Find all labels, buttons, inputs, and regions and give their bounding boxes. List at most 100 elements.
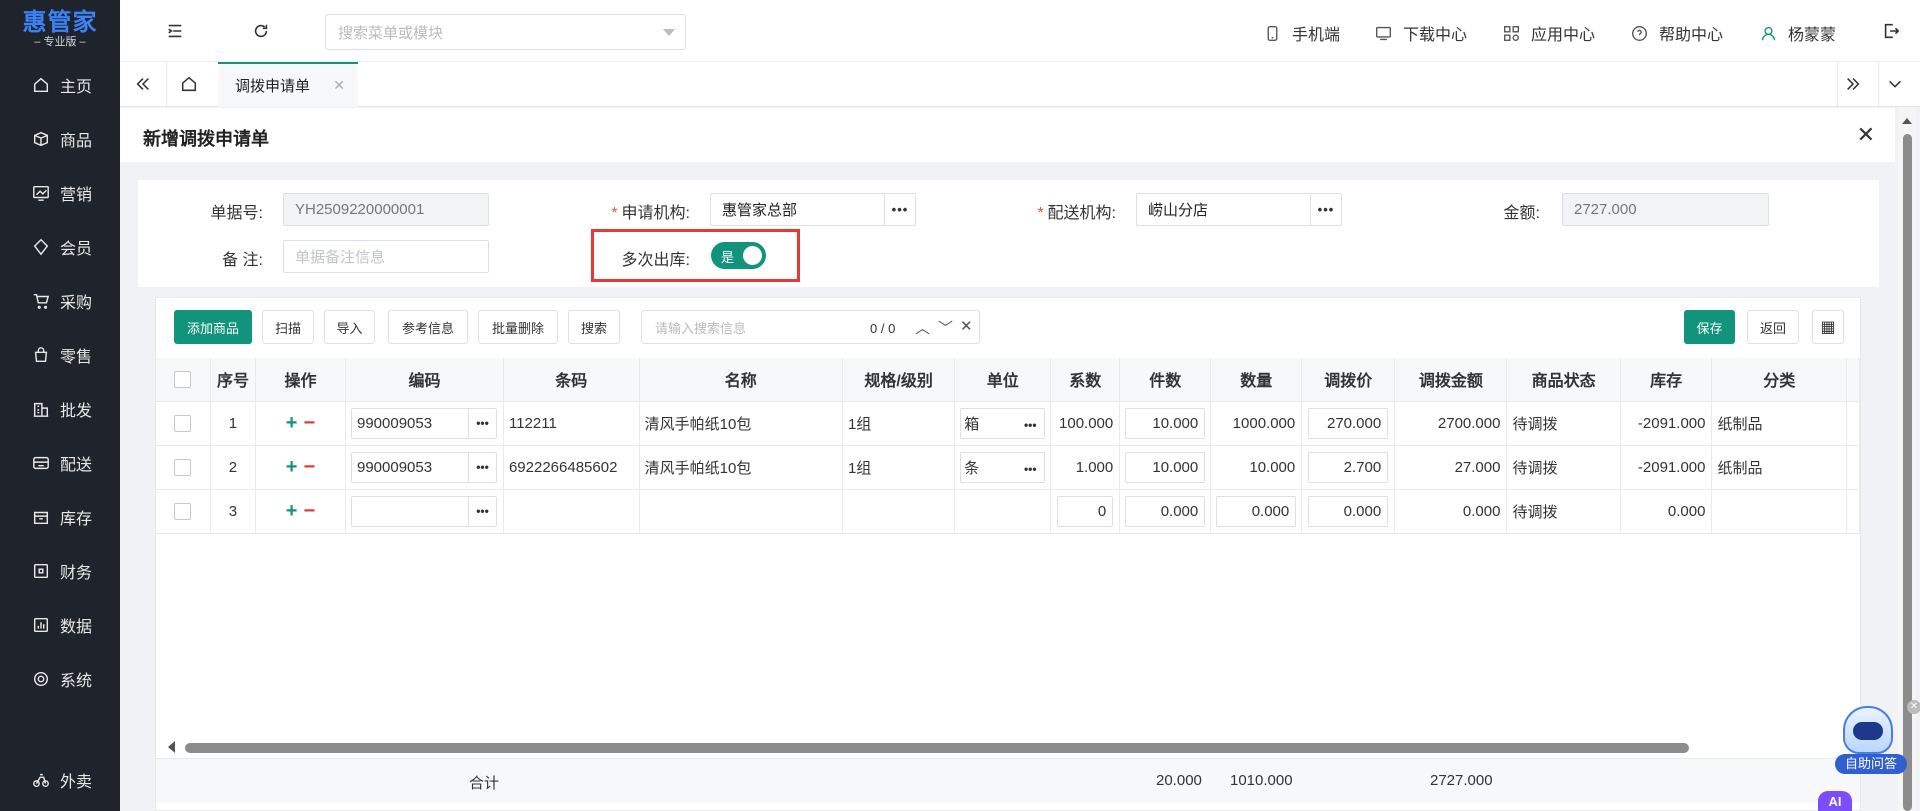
column-settings-button[interactable]: ▦: [1812, 310, 1844, 344]
more-icon[interactable]: •••: [884, 194, 915, 225]
close-icon[interactable]: ✕: [333, 77, 345, 94]
logout-icon[interactable]: [1882, 22, 1900, 40]
chevron-up-icon[interactable]: ︿: [915, 317, 930, 338]
sidebar-item-retail[interactable]: 零售: [0, 328, 120, 382]
code-input[interactable]: 990009053 •••: [351, 451, 497, 483]
scroll-up-arrow-icon[interactable]: [1902, 118, 1912, 124]
back-button[interactable]: 返回: [1747, 310, 1799, 344]
table-search-input[interactable]: 请输入搜索信息 0 / 0 ︿ ﹀ ✕: [641, 310, 980, 344]
row-checkbox[interactable]: [174, 458, 192, 476]
add-goods-button[interactable]: 添加商品: [174, 310, 252, 344]
mobile-link[interactable]: 手机端: [1264, 21, 1340, 45]
pieces-input[interactable]: 0.000: [1125, 495, 1206, 527]
sidebar-item-distribution[interactable]: 配送: [0, 436, 120, 490]
clear-icon[interactable]: ✕: [960, 317, 973, 335]
unit-select[interactable]: 箱 •••: [960, 407, 1046, 439]
sidebar-item-home[interactable]: 主页: [0, 58, 120, 112]
more-icon[interactable]: •••: [468, 408, 496, 438]
sidebar-item-marketing[interactable]: 营销: [0, 166, 120, 220]
more-icon[interactable]: •••: [1016, 409, 1044, 438]
remove-row-icon[interactable]: −: [303, 500, 315, 522]
sidebar-item-wholesale[interactable]: 批发: [0, 382, 120, 436]
import-button[interactable]: 导入: [324, 310, 375, 344]
user-menu[interactable]: 杨蒙蒙: [1760, 21, 1836, 45]
add-row-icon[interactable]: +: [286, 500, 298, 522]
price-input[interactable]: 270.000: [1308, 407, 1389, 439]
close-icon[interactable]: ✕: [1907, 700, 1920, 714]
select-all-checkbox[interactable]: [174, 370, 192, 388]
pieces-input[interactable]: 10.000: [1125, 451, 1206, 483]
reference-button[interactable]: 参考信息: [388, 310, 468, 344]
menu-search-select[interactable]: 搜索菜单或模块: [325, 14, 686, 50]
summary-pieces: 20.000: [1156, 772, 1202, 789]
more-icon[interactable]: •••: [1016, 453, 1044, 482]
home-tab-icon[interactable]: [180, 75, 198, 93]
tabs-bar: 调拨申请单 ✕: [120, 62, 1920, 107]
ai-button[interactable]: AI: [1818, 791, 1852, 811]
sidebar-item-label: 零售: [60, 349, 93, 366]
factor-cell: 1.000: [1050, 445, 1121, 490]
name-cell: 清风手帕纸10包: [639, 445, 843, 490]
price-input[interactable]: 2.700: [1308, 451, 1389, 483]
help-assistant[interactable]: 自助问答 ✕: [1831, 700, 1920, 776]
help-center-link[interactable]: 帮助中心: [1631, 21, 1723, 45]
save-button[interactable]: 保存: [1684, 310, 1735, 344]
sidebar-item-purchase[interactable]: 采购: [0, 274, 120, 328]
brand-logo[interactable]: 惠管家 – 专业版 –: [0, 0, 120, 58]
row-checkbox[interactable]: [174, 414, 192, 432]
chevron-down-icon[interactable]: ﹀: [938, 317, 953, 338]
sidebar-item-data[interactable]: 数据: [0, 598, 120, 652]
sidebar-item-goods[interactable]: 商品: [0, 112, 120, 166]
amount-cell: 2700.000: [1394, 401, 1508, 446]
scroll-left-arrow-icon[interactable]: [168, 741, 175, 753]
goods-table: 序号 操作 编码 条码 名称 规格/级别 单位 系数 件数 数量 调拨价 调拨金…: [156, 358, 1861, 534]
close-icon[interactable]: ✕: [1857, 122, 1875, 148]
app-center-link[interactable]: 应用中心: [1503, 21, 1595, 45]
sidebar-item-takeout[interactable]: 外卖: [0, 753, 120, 807]
remark-field[interactable]: 单据备注信息: [283, 240, 489, 273]
code-input[interactable]: •••: [351, 495, 497, 527]
horizontal-scrollbar[interactable]: [168, 741, 1860, 753]
download-center-link[interactable]: 下载中心: [1375, 21, 1467, 45]
sidebar-item-inventory[interactable]: 库存: [0, 490, 120, 544]
unit-select[interactable]: 条 •••: [960, 451, 1046, 483]
sidebar-item-system[interactable]: 系统: [0, 652, 120, 706]
remove-row-icon[interactable]: −: [303, 412, 315, 434]
add-row-icon[interactable]: +: [286, 412, 298, 434]
row-actions: + −: [255, 401, 347, 446]
more-icon[interactable]: •••: [468, 496, 496, 526]
search-button[interactable]: 搜索: [568, 310, 620, 344]
sidebar-item-finance[interactable]: 财务: [0, 544, 120, 598]
scan-button[interactable]: 扫描: [262, 310, 314, 344]
category-cell: 纸制品: [1711, 445, 1847, 490]
column-header: 条码: [503, 358, 640, 402]
refresh-icon[interactable]: [252, 22, 270, 40]
add-row-icon[interactable]: +: [286, 456, 298, 478]
sidebar-item-member[interactable]: 会员: [0, 220, 120, 274]
chevron-down-icon[interactable]: [1886, 75, 1904, 93]
tabs-scroll-right-icon[interactable]: [1844, 75, 1862, 93]
factor-input[interactable]: 0: [1057, 495, 1114, 527]
code-input[interactable]: 990009053 •••: [351, 407, 497, 439]
more-icon[interactable]: •••: [1310, 194, 1341, 225]
row-checkbox[interactable]: [174, 502, 192, 520]
select-all-cell[interactable]: [156, 358, 211, 402]
tab-transfer-request[interactable]: 调拨申请单 ✕: [218, 62, 358, 107]
qty-input[interactable]: 0.000: [1216, 495, 1297, 527]
scrollbar-thumb[interactable]: [185, 743, 1689, 753]
dist-org-field[interactable]: 崂山分店 •••: [1136, 193, 1342, 226]
menu-collapse-icon[interactable]: [166, 22, 184, 40]
amount-field: 2727.000: [1562, 193, 1769, 226]
remove-row-icon[interactable]: −: [303, 456, 315, 478]
price-input[interactable]: 0.000: [1308, 495, 1389, 527]
column-header: [1846, 358, 1861, 402]
amount-cell: 0.000: [1394, 489, 1508, 534]
name-cell: 清风手帕纸10包: [639, 401, 843, 446]
tabs-scroll-left-icon[interactable]: [134, 75, 152, 93]
sidebar-nav: 主页 商品 营销 会员 采购 零售 批发 配送 库存 财务 数据 系统: [0, 58, 120, 706]
batch-delete-button[interactable]: 批量删除: [478, 310, 558, 344]
help-icon: [1632, 25, 1647, 41]
apply-org-field[interactable]: 惠管家总部 •••: [710, 193, 916, 226]
pieces-input[interactable]: 10.000: [1125, 407, 1206, 439]
more-icon[interactable]: •••: [468, 452, 496, 482]
